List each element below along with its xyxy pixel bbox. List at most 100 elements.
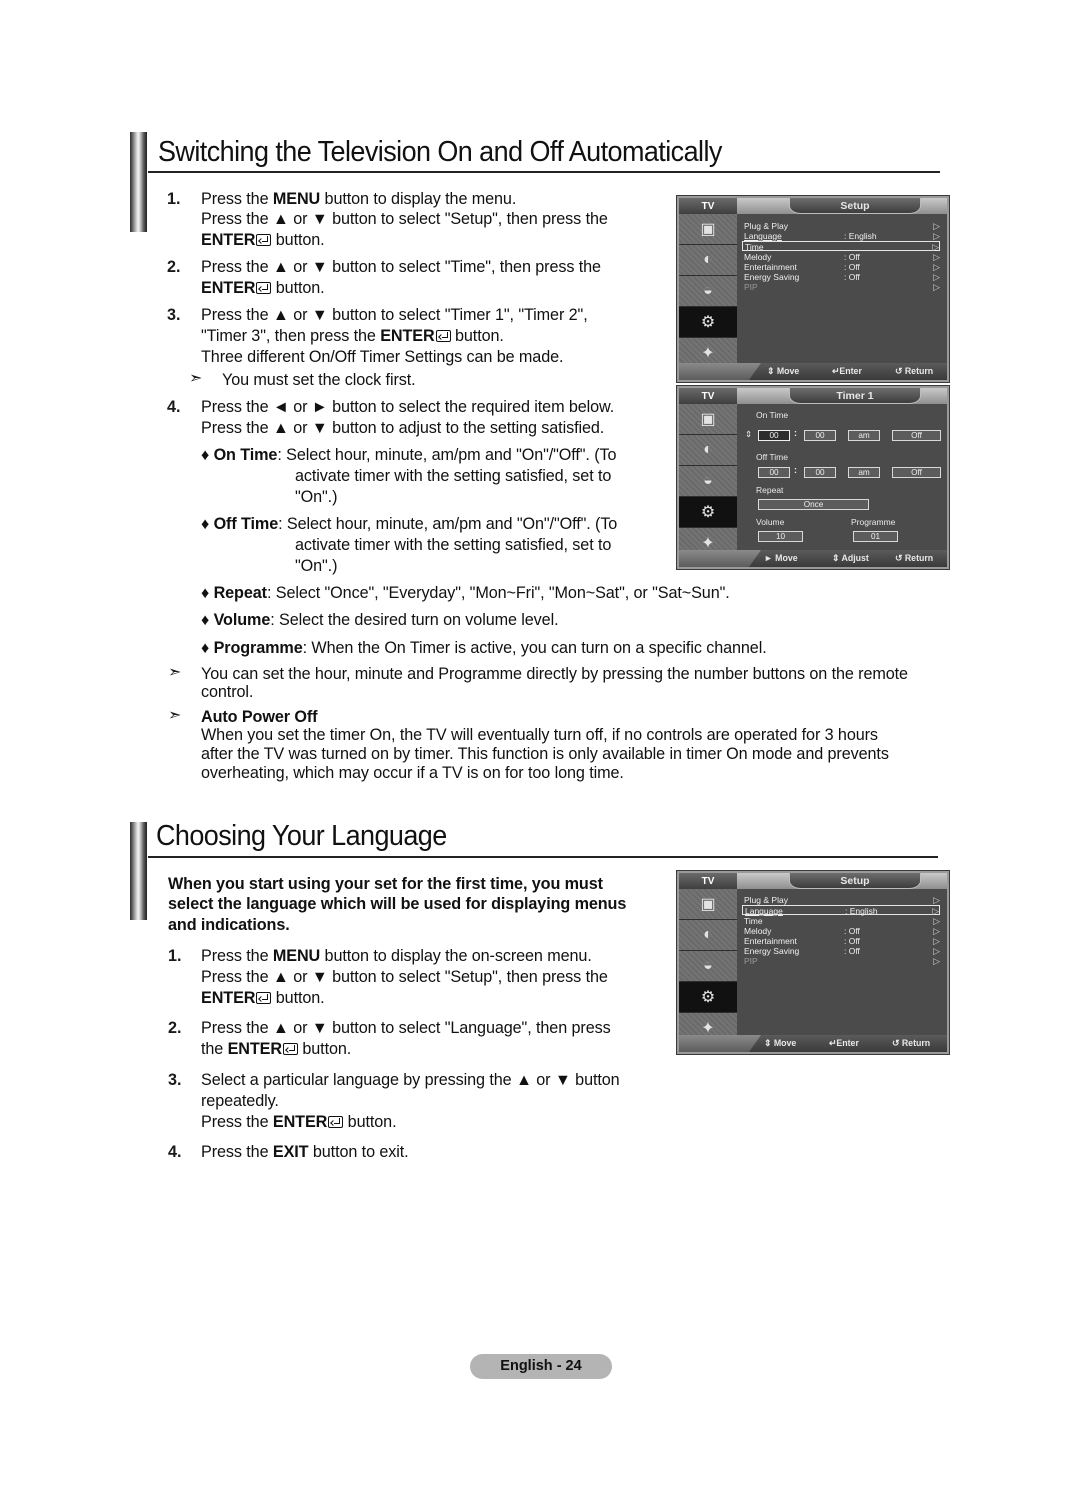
setup-gear-icon: ⚙ bbox=[679, 307, 737, 338]
volume-label: Volume bbox=[756, 517, 785, 527]
section-bar-decoration bbox=[130, 822, 147, 920]
return-icon: ↺ bbox=[892, 1038, 900, 1048]
bullet-off-time: ♦ Off Time: Select hour, minute, am/pm a… bbox=[201, 515, 618, 533]
intro-line-1: When you start using your set for the fi… bbox=[168, 875, 603, 893]
step-1-line-2: Press the ▲ or ▼ button to select "Setup… bbox=[201, 210, 608, 228]
osd-menu-item[interactable]: Energy Saving: Off ▷ bbox=[742, 272, 940, 282]
osd-tv-label: TV bbox=[679, 388, 737, 404]
step-number: 3. bbox=[167, 306, 181, 324]
hint-move: ⇕ Move bbox=[764, 1038, 797, 1048]
step-1-line-3: ENTER button. bbox=[201, 231, 325, 249]
note-clock: You must set the clock first. bbox=[222, 371, 416, 389]
osd-menu-item-selected[interactable]: Time ▷ bbox=[742, 241, 940, 252]
repeat-label: Repeat bbox=[756, 485, 784, 495]
channel-icon: ◒ bbox=[679, 951, 737, 982]
programme-label: Programme bbox=[851, 517, 896, 527]
up-down-icon: ⇕ bbox=[745, 429, 753, 439]
tv-osd-setup-language: TV Setup ▣ ◐ ◒ ⚙ ✦ Plug & Play ▷ Language… bbox=[676, 870, 950, 1055]
bullet-on-time-line-2: activate timer with the setting satisfie… bbox=[295, 467, 612, 485]
on-time-minute[interactable]: 00 bbox=[804, 430, 836, 441]
tv-osd-setup-time: TV Setup ▣ ◐ ◒ ⚙ ✦ Plug & Play ▷ Language… bbox=[676, 195, 950, 383]
osd-menu-item[interactable]: Entertainment: Off ▷ bbox=[742, 936, 940, 946]
arrow-right-icon: ▷ bbox=[933, 926, 940, 936]
lang-step-1-line-1: Press the MENU button to display the on-… bbox=[201, 947, 592, 965]
return-icon: ↺ bbox=[895, 366, 903, 376]
enter-icon bbox=[256, 992, 272, 1004]
osd-menu-item[interactable]: Energy Saving: Off ▷ bbox=[742, 946, 940, 956]
osd-tab-title: Setup bbox=[789, 873, 921, 889]
off-time-hour[interactable]: 00 bbox=[758, 467, 790, 478]
intro-line-3: and indications. bbox=[168, 916, 290, 934]
volume-value[interactable]: 10 bbox=[758, 531, 803, 542]
bullet-off-time-line-2: activate timer with the setting satisfie… bbox=[295, 536, 612, 554]
note-arrow-icon: ➣ bbox=[168, 707, 182, 724]
arrow-right-icon: ▷ bbox=[933, 282, 940, 292]
picture-icon: ▣ bbox=[679, 889, 737, 920]
step-2-line-1: Press the ▲ or ▼ button to select "Time"… bbox=[201, 258, 601, 276]
bullet-programme: ♦ Programme: When the On Timer is active… bbox=[201, 639, 767, 657]
osd-menu-item[interactable]: Time ▷ bbox=[742, 916, 940, 926]
lang-step-3-line-3: Press the ENTER button. bbox=[201, 1113, 397, 1131]
on-time-ampm[interactable]: am bbox=[848, 430, 880, 441]
step-number: 1. bbox=[167, 190, 181, 208]
lang-step-3-line-2: repeatedly. bbox=[201, 1092, 279, 1110]
step-1-line-1: Press the MENU button to display the men… bbox=[201, 190, 517, 208]
hint-adjust: ⇕ Adjust bbox=[832, 553, 869, 563]
osd-menu-item[interactable]: Melody: Off ▷ bbox=[742, 926, 940, 936]
section-rule bbox=[148, 171, 940, 173]
osd-menu-item[interactable]: Language: English ▷ bbox=[742, 231, 940, 241]
off-time-state[interactable]: Off bbox=[892, 467, 941, 478]
tv-osd-timer: TV Timer 1 ▣ ◐ ◒ ⚙ ✦ On Time ⇕ 00 : 00 a… bbox=[676, 385, 950, 570]
step-number: 3. bbox=[168, 1071, 182, 1089]
note-direct-line-1: You can set the hour, minute and Program… bbox=[201, 665, 908, 683]
on-time-state[interactable]: Off bbox=[892, 430, 941, 441]
setup-gear-icon: ⚙ bbox=[679, 982, 737, 1013]
on-time-label: On Time bbox=[756, 410, 789, 420]
off-time-label: Off Time bbox=[756, 452, 788, 462]
hint-enter: ↵Enter bbox=[829, 1038, 859, 1048]
bullet-off-time-line-3: "On".) bbox=[295, 557, 338, 575]
auto-power-off-line-3: overheating, which may occur if a TV is … bbox=[201, 764, 624, 782]
section-title-timer: Switching the Television On and Off Auto… bbox=[158, 136, 722, 168]
osd-menu-item[interactable]: PIP ▷ bbox=[742, 956, 940, 966]
arrow-right-icon: ▷ bbox=[933, 272, 940, 282]
arrow-right-icon: ▷ bbox=[933, 916, 940, 926]
arrow-right-icon: ▷ bbox=[932, 906, 939, 916]
sound-icon: ◐ bbox=[679, 920, 737, 951]
osd-menu-item[interactable]: PIP ▷ bbox=[742, 282, 940, 292]
step-4-line-1: Press the ◄ or ► button to select the re… bbox=[201, 398, 615, 416]
hint-return: ↺ Return bbox=[895, 553, 934, 563]
osd-menu-item[interactable]: Melody: Off ▷ bbox=[742, 252, 940, 262]
lang-step-4-line-1: Press the EXIT button to exit. bbox=[201, 1143, 409, 1161]
enter-icon bbox=[282, 1043, 298, 1055]
arrow-right-icon: ▷ bbox=[933, 262, 940, 272]
programme-value[interactable]: 01 bbox=[853, 531, 898, 542]
step-number: 1. bbox=[168, 947, 182, 965]
off-time-ampm[interactable]: am bbox=[848, 467, 880, 478]
off-time-minute[interactable]: 00 bbox=[804, 467, 836, 478]
osd-hint-bar: ⇕ Move ↵Enter ↺ Return bbox=[679, 363, 947, 380]
hint-enter: ↵Enter bbox=[832, 366, 862, 376]
lang-step-1-line-3: ENTER button. bbox=[201, 989, 325, 1007]
osd-tv-label: TV bbox=[679, 873, 737, 889]
on-time-hour[interactable]: 00 bbox=[758, 430, 790, 441]
section-rule bbox=[148, 856, 938, 858]
osd-menu-item[interactable]: Plug & Play ▷ bbox=[742, 895, 940, 905]
section-title-language: Choosing Your Language bbox=[156, 820, 447, 852]
repeat-value[interactable]: Once bbox=[758, 499, 869, 510]
setup-gear-icon: ⚙ bbox=[679, 497, 737, 528]
up-down-icon: ⇕ bbox=[764, 1038, 772, 1048]
up-down-icon: ⇕ bbox=[832, 553, 840, 563]
arrow-right-icon: ▷ bbox=[933, 936, 940, 946]
arrow-right-icon: ▷ bbox=[933, 895, 940, 905]
sound-icon: ◐ bbox=[679, 245, 737, 276]
right-arrow-icon: ► bbox=[764, 553, 773, 563]
osd-menu-item[interactable]: Plug & Play ▷ bbox=[742, 221, 940, 231]
osd-menu-item-selected[interactable]: Language: English ▷ bbox=[742, 905, 940, 916]
bullet-repeat: ♦ Repeat: Select "Once", "Everyday", "Mo… bbox=[201, 584, 730, 602]
step-2-line-2: ENTER button. bbox=[201, 279, 325, 297]
enter-icon bbox=[256, 234, 272, 246]
osd-menu-item[interactable]: Entertainment: Off ▷ bbox=[742, 262, 940, 272]
intro-line-2: select the language which will be used f… bbox=[168, 895, 627, 913]
arrow-right-icon: ▷ bbox=[933, 221, 940, 231]
